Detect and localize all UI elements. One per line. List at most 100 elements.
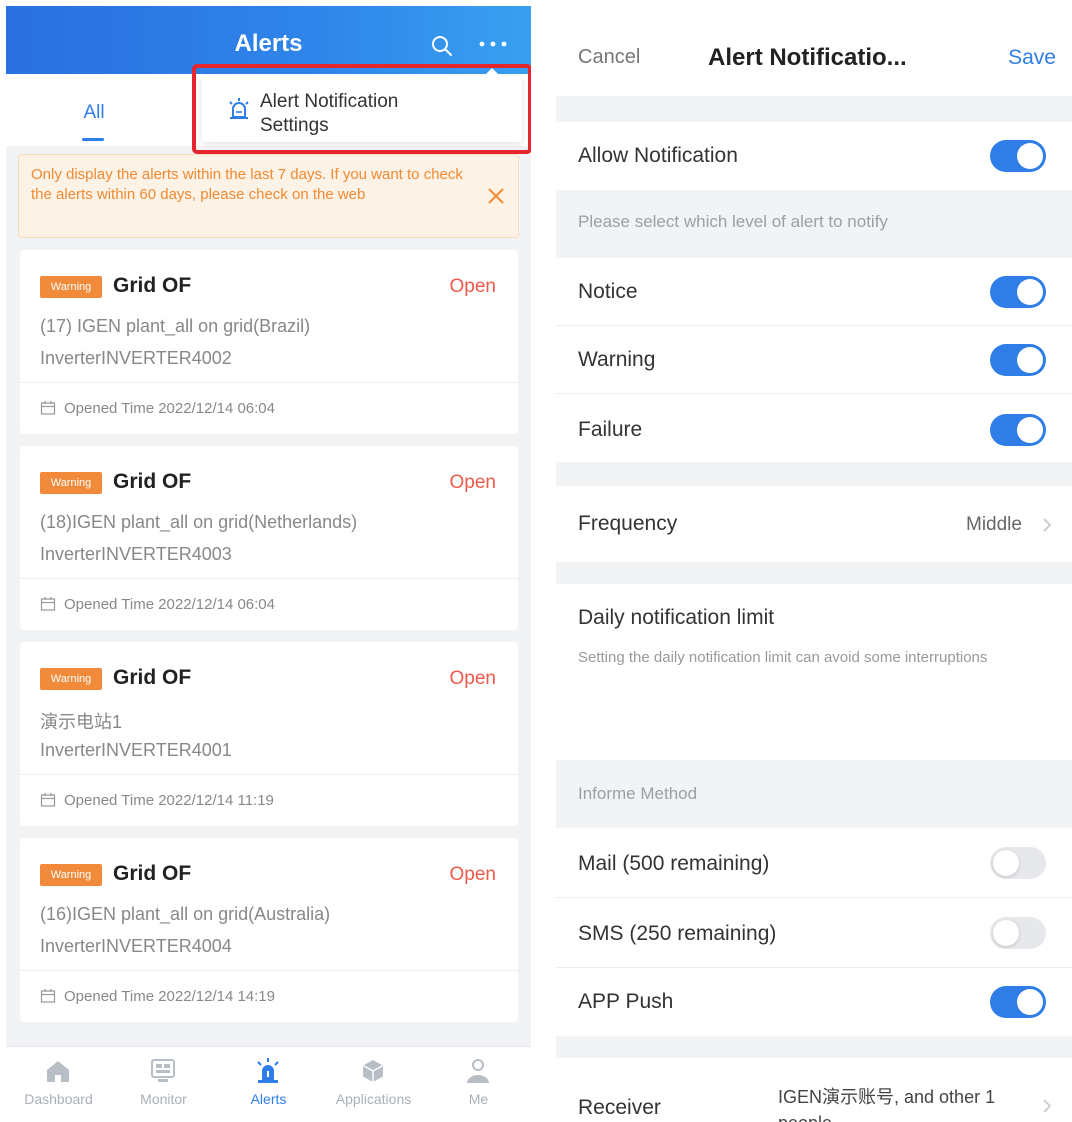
app-push-toggle[interactable]: [990, 986, 1046, 1018]
calendar-icon: [40, 989, 56, 1003]
receiver-row[interactable]: Receiver IGEN演示账号, and other 1 people: [556, 1058, 1072, 1122]
divider: [20, 382, 518, 383]
method-row-app-push: APP Push: [556, 968, 1072, 1036]
calendar-icon: [40, 793, 56, 807]
alert-card[interactable]: Warning Grid OF Open (18)IGEN plant_all …: [20, 446, 518, 630]
sms-toggle[interactable]: [990, 917, 1046, 949]
nav-bar: Cancel Alert Notificatio... Save: [556, 0, 1072, 96]
alerts-screen: Alerts All Alert Notification Settings O: [6, 6, 531, 1122]
notice-toggle[interactable]: [990, 276, 1046, 308]
toggle-knob: [993, 850, 1019, 876]
chevron-right-icon: [1043, 1099, 1052, 1113]
close-icon[interactable]: [485, 185, 507, 207]
more-icon[interactable]: [476, 34, 510, 54]
opened-time: Opened Time 2022/12/14 06:04: [64, 596, 275, 613]
tab-indicator: [82, 138, 104, 141]
level-row-notice: Notice: [556, 258, 1072, 326]
level-badge: Warning: [40, 472, 102, 494]
plant-name: (18)IGEN plant_all on grid(Netherlands): [40, 512, 358, 532]
failure-toggle[interactable]: [990, 414, 1046, 446]
tab-label: Applications: [335, 1091, 412, 1107]
status-label: Open: [449, 472, 496, 493]
calendar-icon: [40, 401, 56, 415]
mail-toggle[interactable]: [990, 847, 1046, 879]
divider: [20, 970, 518, 971]
cube-icon: [362, 1060, 384, 1082]
toggle-knob: [1017, 417, 1043, 443]
alert-title: Grid OF: [113, 666, 192, 689]
row-label: Daily notification limit: [578, 606, 775, 629]
more-menu: Alert Notification Settings: [192, 64, 531, 154]
highlight-box: [192, 64, 531, 154]
allow-notification-row: Allow Notification: [556, 122, 1072, 190]
device-name: InverterINVERTER4001: [40, 740, 232, 760]
row-label: Failure: [578, 418, 643, 441]
cancel-button[interactable]: Cancel: [578, 46, 640, 69]
status-label: Open: [449, 864, 496, 885]
opened-time: Opened Time 2022/12/14 14:19: [64, 988, 275, 1005]
row-label: SMS (250 remaining): [578, 922, 777, 945]
tab-monitor[interactable]: Monitor: [111, 1047, 216, 1122]
notice-banner: Only display the alerts within the last …: [18, 154, 519, 238]
alert-title: Grid OF: [113, 274, 192, 297]
alert-card[interactable]: Warning Grid OF Open (16)IGEN plant_all …: [20, 838, 518, 1022]
receiver-value: IGEN演示账号, and other 1 people: [778, 1087, 996, 1122]
tab-me[interactable]: Me: [426, 1047, 531, 1122]
alert-card[interactable]: Warning Grid OF Open (17) IGEN plant_all…: [20, 250, 518, 434]
method-row-sms: SMS (250 remaining): [556, 898, 1072, 968]
home-icon: [47, 1061, 69, 1082]
save-button[interactable]: Save: [1008, 46, 1056, 70]
monitor-icon: [151, 1059, 175, 1082]
device-name: InverterINVERTER4002: [40, 348, 232, 368]
tab-alerts[interactable]: Alerts: [216, 1047, 321, 1122]
tab-all[interactable]: All: [68, 102, 120, 124]
row-label: Mail (500 remaining): [578, 852, 770, 875]
level-badge: Warning: [40, 276, 102, 298]
user-icon: [467, 1059, 489, 1083]
toggle-knob: [1017, 347, 1043, 373]
row-label: Receiver: [578, 1096, 661, 1119]
frequency-row[interactable]: Frequency Middle: [556, 486, 1072, 562]
search-icon[interactable]: [430, 34, 454, 58]
plant-name: (16)IGEN plant_all on grid(Australia): [40, 904, 331, 924]
plant-name: 演示电站1: [40, 712, 123, 732]
plant-name: (17) IGEN plant_all on grid(Brazil): [40, 316, 311, 336]
tab-label: Me: [468, 1091, 489, 1107]
daily-limit-section: Daily notification limit Setting the dai…: [556, 584, 1072, 760]
alert-title: Grid OF: [113, 862, 192, 885]
opened-time: Opened Time 2022/12/14 11:19: [64, 792, 274, 809]
bottom-tab-bar: Dashboard Monitor Alerts Applications Me: [6, 1046, 531, 1122]
tab-dashboard[interactable]: Dashboard: [6, 1047, 111, 1122]
row-label: Allow Notification: [578, 144, 738, 167]
allow-notification-toggle[interactable]: [990, 140, 1046, 172]
method-label: Informe Method: [578, 784, 698, 803]
divider: [20, 578, 518, 579]
alert-title: Grid OF: [113, 470, 192, 493]
device-name: InverterINVERTER4004: [40, 936, 232, 956]
device-name: InverterINVERTER4003: [40, 544, 232, 564]
alarm-icon: [257, 1058, 279, 1083]
row-label: Frequency: [578, 512, 678, 535]
frequency-value: Middle: [966, 514, 1022, 535]
level-badge: Warning: [40, 864, 102, 886]
tab-label: Dashboard: [24, 1091, 93, 1107]
level-row-warning: Warning: [556, 326, 1072, 394]
row-label: APP Push: [578, 990, 674, 1013]
alert-notification-settings-screen: Cancel Alert Notificatio... Save Allow N…: [556, 0, 1072, 1122]
level-row-failure: Failure: [556, 394, 1072, 462]
chevron-right-icon: [1043, 518, 1052, 532]
tab-label: Monitor: [140, 1091, 187, 1107]
level-badge: Warning: [40, 668, 102, 690]
method-row-mail: Mail (500 remaining): [556, 828, 1072, 898]
tab-applications[interactable]: Applications: [321, 1047, 426, 1122]
warning-toggle[interactable]: [990, 344, 1046, 376]
toggle-knob: [1017, 989, 1043, 1015]
tab-label: Alerts: [250, 1091, 287, 1107]
alert-card[interactable]: Warning Grid OF Open 演示电站1 InverterINVER…: [20, 642, 518, 826]
opened-time: Opened Time 2022/12/14 06:04: [64, 400, 275, 417]
status-label: Open: [449, 276, 496, 297]
level-prompt: Please select which level of alert to no…: [578, 212, 888, 231]
daily-limit-hint: Setting the daily notification limit can…: [578, 649, 988, 666]
page-title: Alert Notificatio...: [708, 44, 907, 71]
calendar-icon: [40, 597, 56, 611]
